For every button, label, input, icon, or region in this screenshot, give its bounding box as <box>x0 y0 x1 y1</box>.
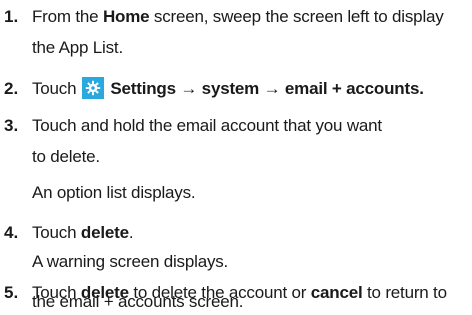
step-result-text: A warning screen displays. <box>32 252 229 271</box>
step-text-line: Touch delete. <box>32 218 134 248</box>
bold-term-cancel: cancel <box>310 283 363 302</box>
step-number: 2. <box>4 79 19 98</box>
step-text-line: to delete. <box>32 147 100 166</box>
step-text-line: From the Home screen, sweep the screen l… <box>32 2 444 32</box>
settings-gear-icon <box>82 77 105 99</box>
text: Touch <box>32 223 81 242</box>
text: . <box>128 223 134 242</box>
text: to return to <box>362 283 447 302</box>
step-text-line: the email + accounts screen. <box>32 292 244 311</box>
step-text-line: the App List. <box>32 38 123 57</box>
step-number: 5. <box>4 283 19 302</box>
bold-term-delete: delete <box>80 223 129 242</box>
step-number: 3. <box>4 116 19 135</box>
step-number: 1. <box>4 7 19 26</box>
step-text-line: Touch Settings → system → email + account… <box>32 74 424 104</box>
step-result-text: An option list displays. <box>32 183 196 202</box>
text: From the <box>32 7 103 26</box>
bold-path-settings: Settings → system → email + accounts. <box>110 79 424 98</box>
bold-term-home: Home <box>102 7 150 26</box>
text: Touch <box>32 79 77 98</box>
text: screen, sweep the screen left to display <box>149 7 444 26</box>
step-text-line: Touch and hold the email account that yo… <box>32 116 382 135</box>
step-number: 4. <box>4 223 19 242</box>
